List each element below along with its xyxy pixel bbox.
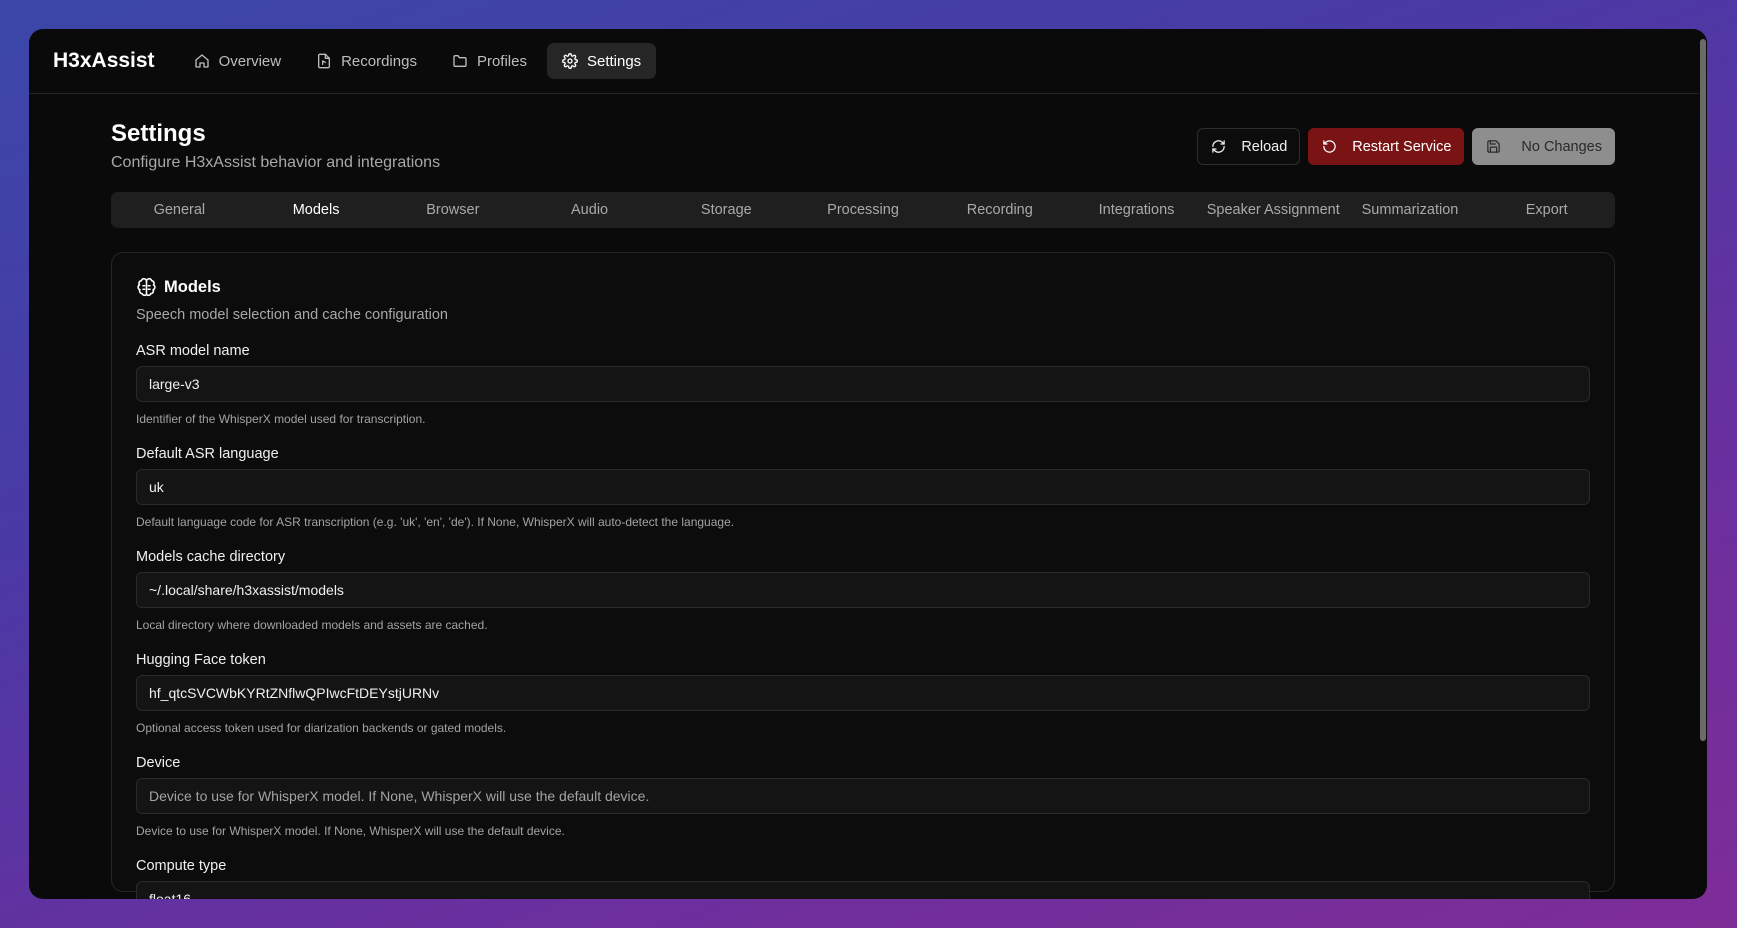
- asr-language-help: Default language code for ASR transcript…: [136, 515, 735, 529]
- compute-type-input[interactable]: [136, 881, 1590, 899]
- field-cache-dir: Models cache directory Local directory w…: [136, 549, 1590, 632]
- cache-dir-input[interactable]: [136, 572, 1590, 608]
- refresh-icon: [1212, 140, 1226, 153]
- device-input[interactable]: [136, 778, 1590, 814]
- card-title: Models: [136, 277, 1590, 298]
- nav-profiles-label: Profiles: [476, 52, 527, 70]
- page-title: Settings: [111, 120, 206, 147]
- tab-export[interactable]: Export: [1478, 202, 1615, 218]
- asr-model-label: ASR model name: [136, 343, 250, 359]
- field-asr-model: ASR model name Identifier of the Whisper…: [136, 343, 1590, 426]
- tab-storage[interactable]: Storage: [658, 202, 795, 218]
- asr-model-help: Identifier of the WhisperX model used fo…: [136, 412, 426, 426]
- header-actions: Reload Restart Service No Changes: [1197, 128, 1615, 172]
- tab-audio[interactable]: Audio: [521, 202, 658, 218]
- app-window: H3xAssist Overview Recordings Profiles S…: [29, 29, 1707, 899]
- gear-icon: [562, 53, 578, 69]
- hf-token-label: Hugging Face token: [136, 652, 266, 668]
- save-button[interactable]: No Changes: [1472, 128, 1615, 165]
- asr-language-label: Default ASR language: [136, 446, 279, 462]
- asr-language-input[interactable]: [136, 469, 1590, 505]
- cache-dir-label: Models cache directory: [136, 549, 286, 565]
- field-asr-language: Default ASR language Default language co…: [136, 446, 1590, 529]
- tab-summarization[interactable]: Summarization: [1342, 202, 1479, 218]
- file-audio-icon: [318, 53, 331, 69]
- hf-token-input[interactable]: [136, 675, 1590, 711]
- brain-icon: [137, 277, 156, 297]
- page-header: Settings Configure H3xAssist behavior an…: [111, 120, 1615, 172]
- nav-overview-label: Overview: [218, 52, 282, 70]
- device-help: Device to use for WhisperX model. If Non…: [136, 824, 565, 838]
- compute-type-label: Compute type: [136, 858, 227, 874]
- cache-dir-help: Local directory where downloaded models …: [136, 618, 488, 632]
- tab-models[interactable]: Models: [248, 202, 385, 218]
- scrollbar[interactable]: [1699, 29, 1707, 899]
- nav-settings[interactable]: Settings: [546, 43, 657, 79]
- field-compute-type: Compute type: [136, 858, 1590, 899]
- settings-tabs: General Models Browser Audio Storage Pro…: [111, 192, 1615, 228]
- nav-profiles[interactable]: Profiles: [437, 43, 542, 79]
- card-title-label: Models: [164, 278, 221, 296]
- brand-logo[interactable]: H3xAssist: [53, 49, 155, 73]
- asr-model-input[interactable]: [136, 366, 1590, 402]
- page-subtitle: Configure H3xAssist behavior and integra…: [111, 154, 441, 171]
- folder-icon: [453, 55, 467, 67]
- save-button-label: No Changes: [1521, 138, 1602, 155]
- card-description: Speech model selection and cache configu…: [136, 307, 448, 323]
- tab-processing[interactable]: Processing: [795, 202, 932, 218]
- nav-settings-label: Settings: [586, 52, 642, 70]
- field-device: Device Device to use for WhisperX model.…: [136, 755, 1590, 838]
- models-card: Models Speech model selection and cache …: [111, 252, 1615, 899]
- nav-recordings[interactable]: Recordings: [301, 43, 432, 79]
- save-icon: [1487, 140, 1501, 153]
- nav-recordings-label: Recordings: [341, 52, 417, 70]
- rotate-ccw-icon: [1323, 140, 1336, 153]
- restart-service-button[interactable]: Restart Service: [1308, 128, 1465, 165]
- restart-service-button-label: Restart Service: [1352, 138, 1452, 155]
- tab-general[interactable]: General: [111, 202, 248, 218]
- field-hf-token: Hugging Face token Optional access token…: [136, 652, 1590, 735]
- top-navbar: H3xAssist Overview Recordings Profiles S…: [29, 29, 1699, 94]
- tab-speaker-assignment[interactable]: Speaker Assignment: [1205, 202, 1342, 218]
- settings-content: Settings Configure H3xAssist behavior an…: [111, 94, 1615, 899]
- reload-button-label: Reload: [1241, 138, 1288, 155]
- tab-browser[interactable]: Browser: [384, 202, 521, 218]
- device-label: Device: [136, 755, 181, 771]
- home-icon: [194, 54, 209, 68]
- hf-token-help: Optional access token used for diarizati…: [136, 721, 507, 735]
- nav-overview[interactable]: Overview: [179, 43, 297, 79]
- tab-recording[interactable]: Recording: [931, 202, 1068, 218]
- scrollbar-thumb[interactable]: [1700, 39, 1706, 741]
- reload-button[interactable]: Reload: [1197, 128, 1301, 165]
- tab-integrations[interactable]: Integrations: [1068, 202, 1205, 218]
